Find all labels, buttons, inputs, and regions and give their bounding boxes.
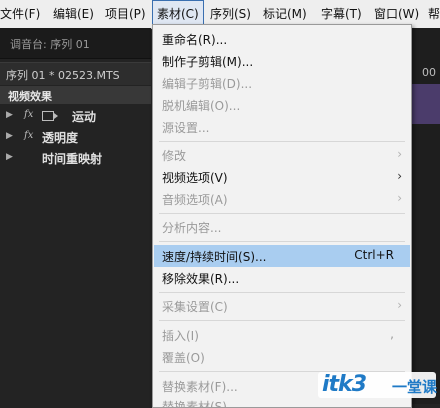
menu-help[interactable]: 帮 bbox=[428, 0, 440, 28]
menu-item-label: 重命名(R)... bbox=[162, 33, 228, 47]
menu-item-rename[interactable]: 重命名(R)... bbox=[154, 28, 410, 50]
effect-row-opacity[interactable]: ▶ fx 透明度 bbox=[0, 127, 151, 147]
menu-separator bbox=[159, 241, 405, 242]
sequence-tab-label: 序列 01 * 02523.MTS bbox=[6, 69, 120, 82]
menu-item-label: 修改 bbox=[162, 149, 187, 163]
sequence-tab[interactable]: 序列 01 * 02523.MTS bbox=[0, 62, 151, 85]
menu-item-label: 分析内容... bbox=[162, 221, 222, 235]
menu-item-overwrite[interactable]: 覆盖(O) bbox=[154, 346, 410, 368]
submenu-arrow-icon: › bbox=[397, 169, 402, 183]
fx-icon[interactable]: fx bbox=[24, 109, 33, 120]
menu-separator bbox=[159, 141, 405, 142]
menu-item-label: 采集设置(C) bbox=[162, 300, 228, 314]
menu-item-label: 制作子剪辑(M)... bbox=[162, 55, 254, 69]
menu-item-label: 视频选项(V) bbox=[162, 171, 228, 185]
menu-item-source-settings[interactable]: 源设置... bbox=[154, 116, 410, 138]
menu-item-offline-edit[interactable]: 脱机编辑(O)... bbox=[154, 94, 410, 116]
mixer-panel-header: 调音台: 序列 01 bbox=[0, 28, 151, 59]
effect-name: 运动 bbox=[72, 110, 97, 124]
expand-triangle-icon[interactable]: ▶ bbox=[6, 131, 13, 141]
video-effects-header: 视频效果 bbox=[0, 86, 151, 104]
menu-file[interactable]: 文件(F) bbox=[0, 0, 40, 28]
menu-item-label: 替换素材(F)... bbox=[162, 380, 238, 394]
watermark-text: itk3 bbox=[322, 372, 367, 397]
menu-item-label: 速度/持续时间(S)... bbox=[162, 250, 267, 264]
shortcut-label: Ctrl+R bbox=[354, 248, 394, 262]
menu-item-remove-effects[interactable]: 移除效果(R)... bbox=[154, 267, 410, 289]
menu-item-make-subclip[interactable]: 制作子剪辑(M)... bbox=[154, 50, 410, 72]
submenu-arrow-icon: › bbox=[397, 298, 402, 312]
menu-item-label: 源设置... bbox=[162, 121, 210, 135]
timecode: 00 bbox=[422, 66, 436, 79]
menu-item-edit-subclip[interactable]: 编辑子剪辑(D)... bbox=[154, 72, 410, 94]
menu-item-capture-settings[interactable]: 采集设置(C) › bbox=[154, 295, 410, 317]
shortcut-label: , bbox=[390, 327, 394, 341]
menu-item-modify[interactable]: 修改 › bbox=[154, 144, 410, 166]
menu-item-label: 移除效果(R)... bbox=[162, 272, 240, 286]
menu-edit[interactable]: 编辑(E) bbox=[53, 0, 94, 28]
mixer-panel-title[interactable]: 调音台: 序列 01 bbox=[10, 36, 90, 52]
menu-item-video-options[interactable]: 视频选项(V) › bbox=[154, 166, 410, 188]
clip-menu-dropdown: 重命名(R)... 制作子剪辑(M)... 编辑子剪辑(D)... 脱机编辑(O… bbox=[152, 24, 412, 408]
effect-row-motion[interactable]: ▶ fx 运动 bbox=[0, 106, 151, 126]
menu-item-analyze-content[interactable]: 分析内容... bbox=[154, 216, 410, 238]
effect-row-time-remap[interactable]: ▶ 时间重映射 bbox=[0, 148, 151, 168]
menu-item-audio-options[interactable]: 音频选项(A) › bbox=[154, 188, 410, 210]
effect-name: 时间重映射 bbox=[42, 152, 103, 166]
menu-project[interactable]: 项目(P) bbox=[105, 0, 146, 28]
watermark-suffix: 一堂课 bbox=[392, 378, 438, 396]
menu-separator bbox=[159, 320, 405, 321]
menu-item-label: 插入(I) bbox=[162, 329, 199, 343]
effect-name: 透明度 bbox=[42, 131, 79, 145]
menu-item-label: 替换素材(S) bbox=[162, 400, 227, 407]
menu-item-label: 脱机编辑(O)... bbox=[162, 99, 241, 113]
menu-separator bbox=[159, 213, 405, 214]
expand-triangle-icon[interactable]: ▶ bbox=[6, 110, 13, 120]
video-effects-label: 视频效果 bbox=[8, 90, 52, 103]
submenu-arrow-icon: › bbox=[397, 147, 402, 161]
menu-item-label: 覆盖(O) bbox=[162, 351, 205, 365]
menu-item-speed-duration[interactable]: 速度/持续时间(S)... Ctrl+R bbox=[154, 245, 410, 267]
menu-separator bbox=[159, 292, 405, 293]
menu-item-label: 编辑子剪辑(D)... bbox=[162, 77, 253, 91]
menu-item-insert[interactable]: 插入(I) , bbox=[154, 324, 410, 346]
menu-item-label: 音频选项(A) bbox=[162, 193, 228, 207]
expand-triangle-icon[interactable]: ▶ bbox=[6, 152, 13, 162]
submenu-arrow-icon: › bbox=[397, 191, 402, 205]
timeline-track[interactable] bbox=[410, 84, 440, 124]
watermark-logo: itk3 一堂课 bbox=[318, 370, 438, 402]
fx-icon[interactable]: fx bbox=[24, 130, 33, 141]
timeline-strip: 00 bbox=[410, 28, 440, 404]
motion-transform-icon[interactable] bbox=[42, 111, 58, 121]
